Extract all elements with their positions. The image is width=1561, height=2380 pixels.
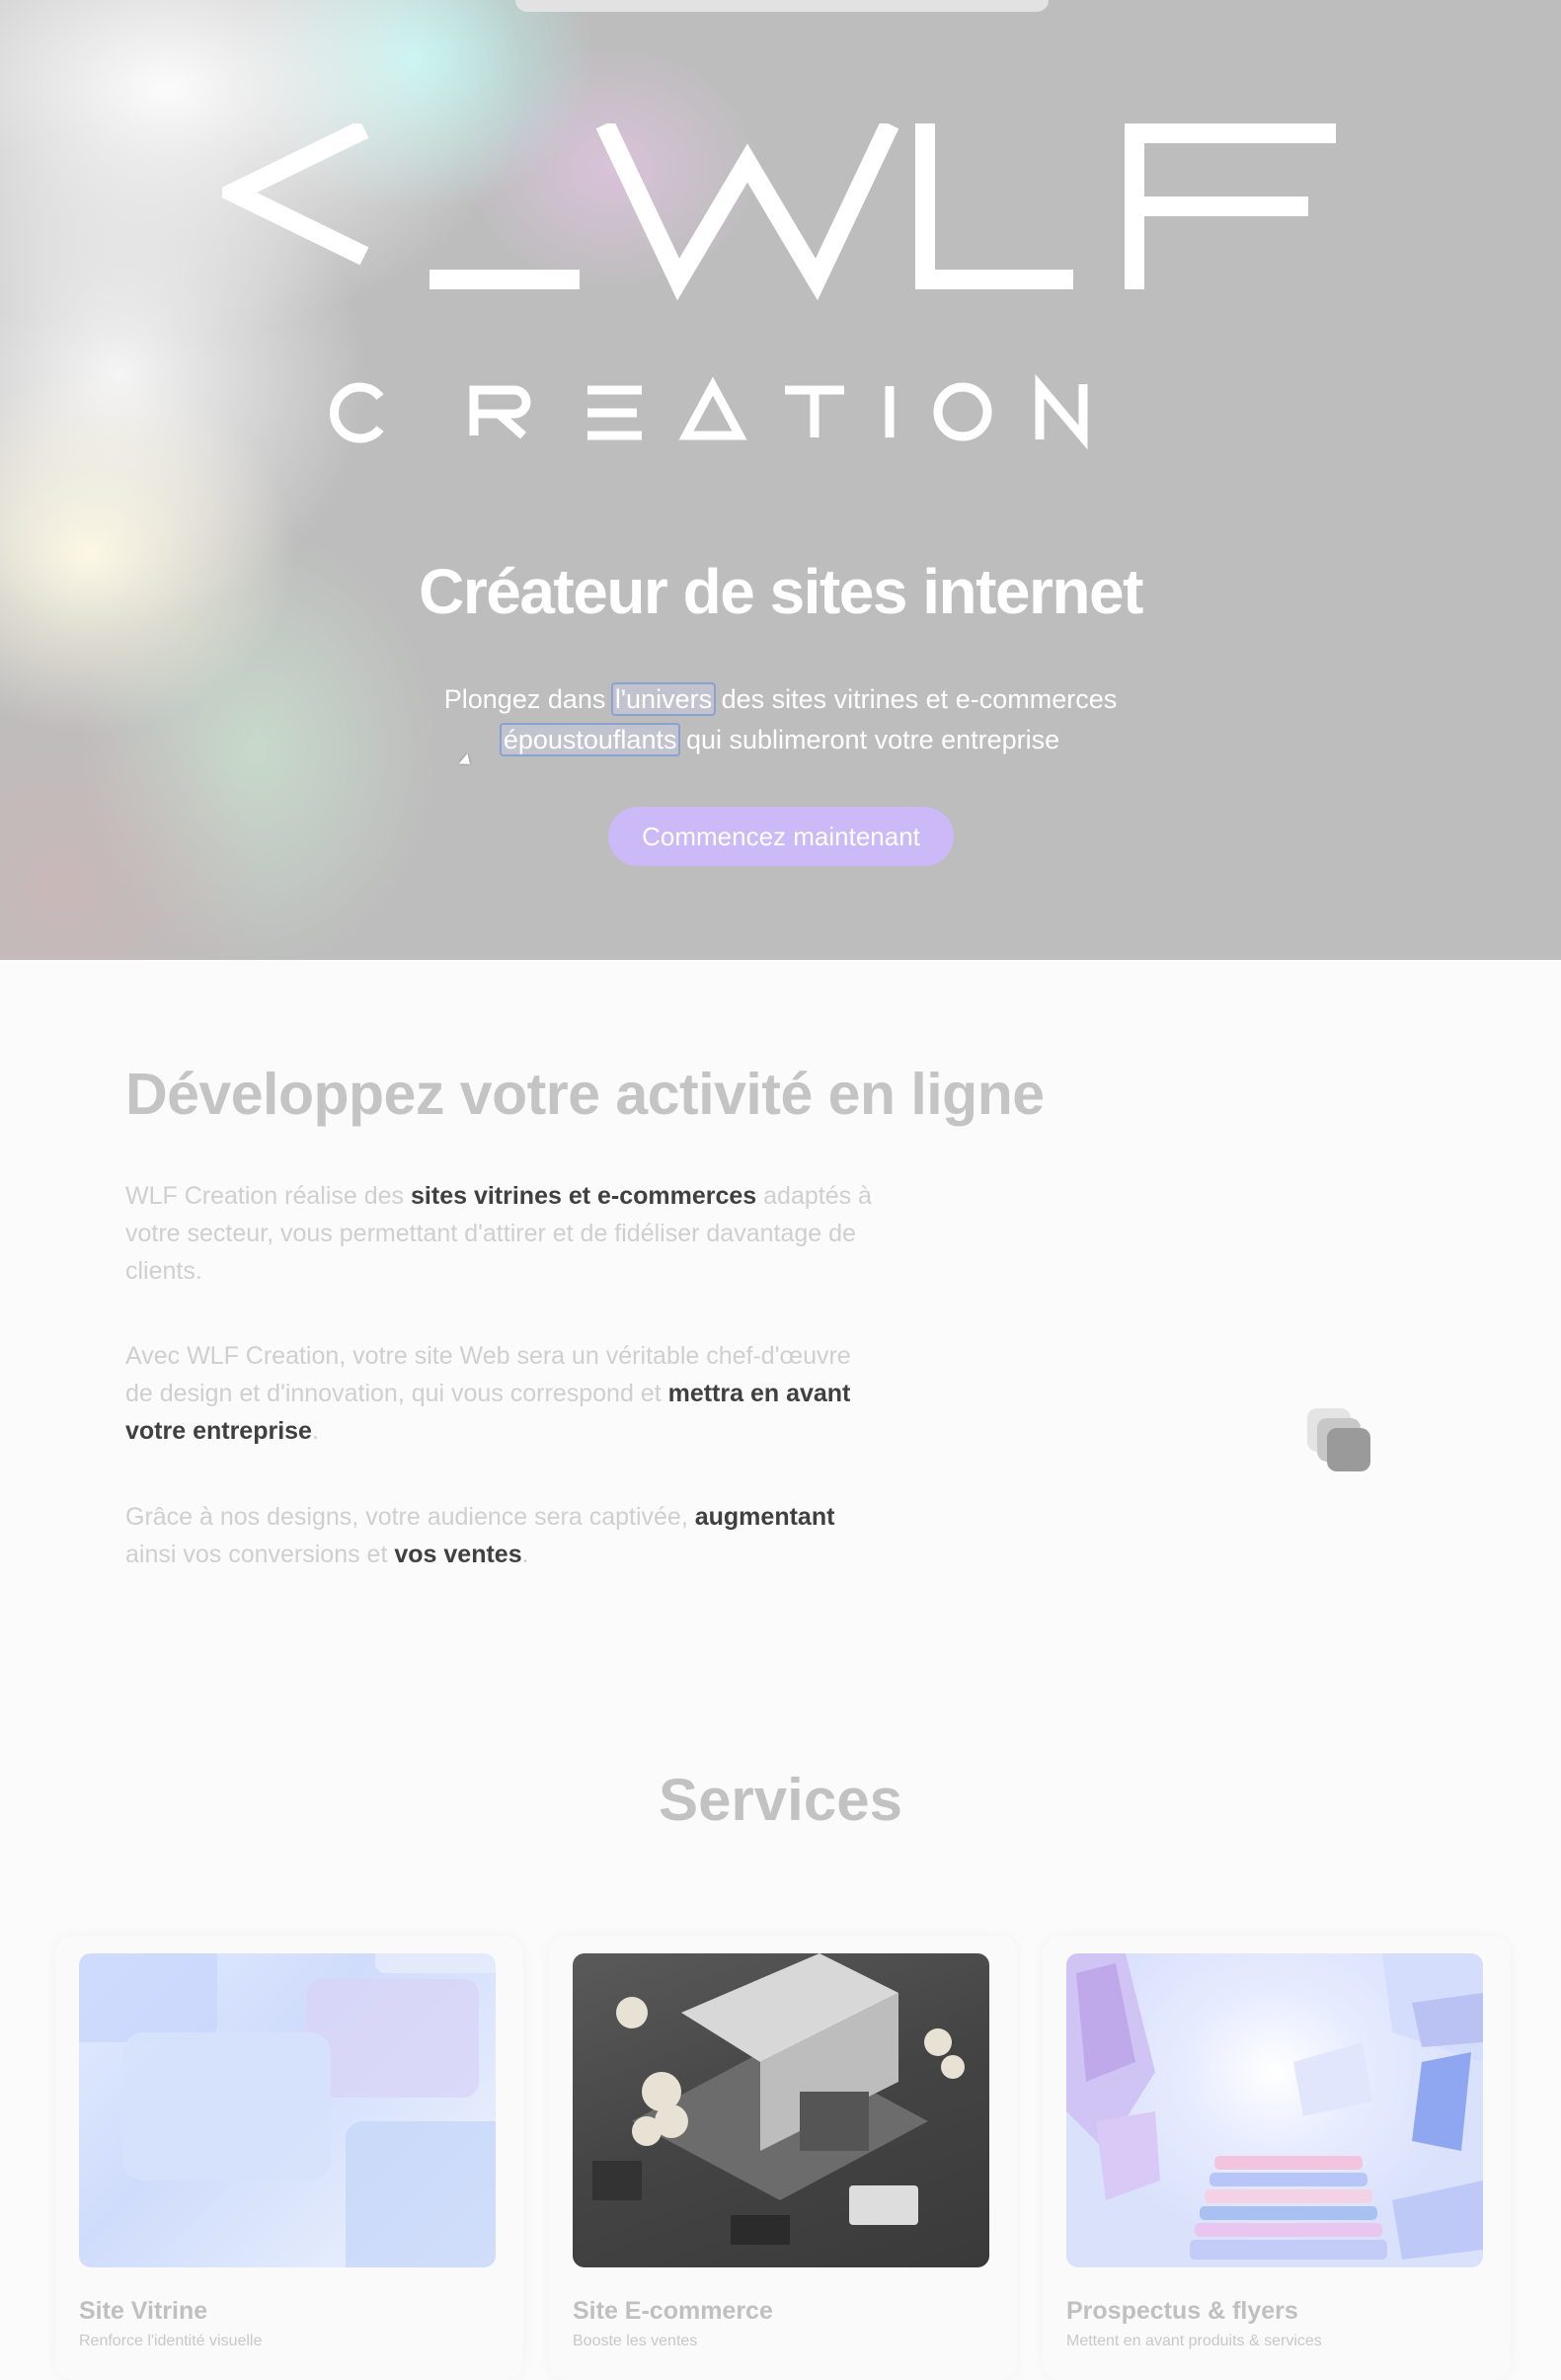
hero-subtitle-text: des sites vitrines et e-commerces <box>714 684 1118 714</box>
paragraph-highlight: vos ventes <box>394 1541 522 1568</box>
hero-subtitle-text: qui sublimeront votre entreprise <box>678 725 1060 754</box>
selected-word-univers: l'univers <box>610 682 717 716</box>
about-paragraph-3: Grâce à nos designs, votre audience sera… <box>125 1498 876 1573</box>
card-title: Site Vitrine <box>79 2297 208 2325</box>
card-title: Site E-commerce <box>573 2297 773 2325</box>
start-now-button[interactable]: Commencez maintenant <box>608 807 954 866</box>
selected-word-epoustouflants: époustouflants <box>499 723 681 756</box>
wlf-creation-logo <box>222 123 1336 449</box>
glass-panels-illustration <box>79 1953 496 2267</box>
service-card-flyers[interactable]: Prospectus & flyers Mettent en avant pro… <box>1043 1936 1511 2380</box>
hero-subtitle: Plongez dans l'univers des sites vitrine… <box>0 679 1561 760</box>
services-title: Services <box>659 1767 902 1833</box>
about-paragraph-1: WLF Creation réalise des sites vitrines … <box>125 1177 876 1290</box>
paragraph-text: . <box>521 1541 529 1568</box>
card-description: Booste les ventes <box>573 2333 698 2349</box>
paragraph-text: Grâce à nos designs, votre audience sera… <box>125 1503 695 1531</box>
service-card-vitrine[interactable]: Site Vitrine Renforce l'identité visuell… <box>55 1936 523 2380</box>
card-title: Prospectus & flyers <box>1066 2297 1298 2325</box>
card-description: Renforce l'identité visuelle <box>79 2333 263 2349</box>
about-title: Développez votre activité en ligne <box>125 1062 1045 1127</box>
site-ecommerce-image <box>573 1953 989 2267</box>
top-navigation-bar[interactable] <box>515 0 1049 12</box>
about-paragraph-2: Avec WLF Creation, votre site Web sera u… <box>125 1337 876 1450</box>
layers-stack-icon <box>1307 1408 1370 1471</box>
paragraph-highlight: sites vitrines et e-commerces <box>411 1182 757 1210</box>
hero-title: Créateur de sites internet <box>419 556 1143 627</box>
hero-section: Créateur de sites internet Plongez dans … <box>0 0 1561 960</box>
prospectus-flyers-image <box>1066 1953 1483 2267</box>
paper-stack-illustration <box>1066 1953 1483 2260</box>
about-section: Développez votre activité en ligne WLF C… <box>0 960 1561 1673</box>
paragraph-text: WLF Creation réalise des <box>125 1182 412 1210</box>
shop-3d-illustration <box>592 1953 965 2245</box>
service-card-ecommerce[interactable]: Site E-commerce Booste les ventes <box>549 1936 1017 2380</box>
hero-subtitle-text: Plongez dans <box>443 684 613 714</box>
paragraph-text: . <box>311 1417 319 1445</box>
paragraph-text: ainsi vos conversions et <box>125 1541 395 1568</box>
paragraph-highlight: augmentant <box>694 1503 835 1531</box>
card-description: Mettent en avant produits & services <box>1066 2333 1322 2349</box>
site-vitrine-image <box>79 1953 496 2267</box>
